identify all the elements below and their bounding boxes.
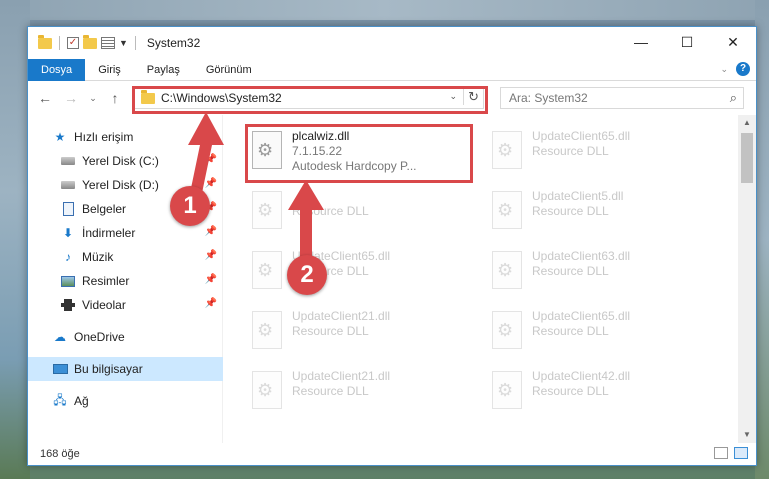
dll-file-icon (492, 191, 522, 229)
close-button[interactable]: ✕ (710, 27, 756, 57)
nav-item-music[interactable]: ♪ Müzik 📌 (28, 245, 223, 269)
dll-file-icon (492, 131, 522, 169)
cloud-icon: ☁ (54, 330, 66, 344)
dll-file-icon (252, 191, 282, 229)
document-icon (60, 202, 76, 216)
properties-check-icon[interactable]: ✓ (67, 37, 79, 49)
search-input[interactable]: Ara: System32 ⌕ (500, 87, 744, 109)
back-arrow-icon[interactable]: ← (36, 90, 54, 106)
pin-icon[interactable]: 📌 (205, 298, 217, 309)
nav-item-local-disk-c[interactable]: Yerel Disk (C:) 📌 (28, 149, 223, 173)
item-count: 168 öğe (40, 448, 80, 460)
desktop-background-left (0, 0, 30, 479)
title-bar: ✓ ▼ System32 — ☐ ✕ (28, 27, 756, 59)
drive-icon (60, 178, 76, 192)
dll-file-icon (252, 371, 282, 409)
pictures-icon (60, 274, 76, 288)
pin-icon[interactable]: 📌 (205, 226, 217, 237)
navigation-pane: ★ Hızlı erişim Yerel Disk (C:) 📌 Yerel D… (28, 115, 223, 443)
nav-item-videos[interactable]: Videolar 📌 (28, 293, 223, 317)
dll-file-icon (252, 251, 282, 289)
step-badge-1: 1 (170, 186, 210, 226)
pin-icon[interactable]: 📌 (205, 274, 217, 285)
qat-dropdown-icon[interactable]: ▼ (119, 38, 128, 48)
dll-file-icon (252, 311, 282, 349)
tab-view[interactable]: Görünüm (193, 59, 265, 81)
videos-icon (60, 298, 76, 312)
ribbon-tabs: Dosya Giriş Paylaş Görünüm ⌄ ? (28, 58, 756, 81)
dll-file-icon (492, 311, 522, 349)
file-highlight-box (245, 124, 473, 183)
music-icon: ♪ (65, 250, 71, 264)
file-item[interactable]: UpdateClient65.dll Resource DLL (484, 125, 704, 181)
star-icon: ★ (54, 130, 66, 144)
file-item[interactable]: UpdateClient63.dll Resource DLL (484, 245, 704, 301)
recent-locations-icon[interactable]: ⌄ (84, 93, 102, 104)
nav-item-pictures[interactable]: Resimler 📌 (28, 269, 223, 293)
nav-item-this-pc[interactable]: Bu bilgisayar (28, 357, 223, 381)
file-item[interactable]: UpdateClient42.dll Resource DLL (484, 365, 704, 421)
search-placeholder: Ara: System32 (509, 91, 588, 105)
help-icon[interactable]: ? (736, 62, 750, 76)
tab-share[interactable]: Paylaş (134, 59, 193, 81)
pin-icon[interactable]: 📌 (205, 250, 217, 261)
pin-icon[interactable]: 📌 (205, 154, 217, 165)
dll-file-icon (492, 371, 522, 409)
nav-item-quick-access[interactable]: ★ Hızlı erişim (28, 125, 223, 149)
address-highlight-box (132, 86, 488, 114)
window-title: System32 (146, 36, 201, 50)
scroll-thumb[interactable] (741, 133, 753, 183)
minimize-button[interactable]: — (618, 27, 664, 57)
new-folder-icon[interactable] (83, 34, 97, 49)
expand-ribbon-icon[interactable]: ⌄ (720, 64, 728, 75)
step-badge-2: 2 (287, 255, 327, 295)
window-controls: — ☐ ✕ (618, 27, 756, 57)
download-icon: ⬇ (62, 226, 74, 240)
nav-item-network[interactable]: 🖧 Ağ (28, 389, 223, 413)
tab-file[interactable]: Dosya (28, 58, 86, 81)
desktop-background-right (755, 0, 769, 479)
forward-arrow-icon[interactable]: → (62, 90, 80, 106)
scroll-up-icon[interactable]: ▲ (738, 115, 756, 131)
vertical-scrollbar[interactable]: ▲ ▼ (738, 115, 756, 443)
maximize-button[interactable]: ☐ (664, 27, 710, 57)
file-item[interactable]: UpdateClient65.dll Resource DLL (244, 245, 464, 301)
dll-file-icon (492, 251, 522, 289)
computer-icon (52, 362, 68, 376)
up-arrow-icon[interactable]: ↑ (106, 90, 124, 106)
file-item[interactable]: UpdateClient65.dll Resource DLL (484, 305, 704, 361)
file-item[interactable]: Resource DLL (244, 185, 464, 241)
drive-icon (60, 154, 76, 168)
scroll-down-icon[interactable]: ▼ (738, 427, 756, 443)
status-bar: 168 öğe (28, 443, 756, 465)
network-icon: 🖧 (53, 392, 67, 407)
tiles-view-icon[interactable] (734, 447, 748, 459)
quick-access-toolbar: ✓ ▼ (28, 34, 139, 50)
desktop-background (0, 0, 769, 20)
pin-icon[interactable]: 📌 (205, 178, 217, 189)
file-item[interactable]: UpdateClient21.dll Resource DLL (244, 305, 464, 361)
file-item[interactable]: UpdateClient5.dll Resource DLL (484, 185, 704, 241)
file-item[interactable]: UpdateClient21.dll Resource DLL (244, 365, 464, 421)
folder-icon (38, 34, 52, 49)
search-icon[interactable]: ⌕ (730, 90, 737, 106)
properties-icon[interactable] (101, 37, 115, 49)
tab-home[interactable]: Giriş (85, 59, 134, 81)
details-view-icon[interactable] (714, 447, 728, 459)
nav-item-onedrive[interactable]: ☁ OneDrive (28, 325, 223, 349)
